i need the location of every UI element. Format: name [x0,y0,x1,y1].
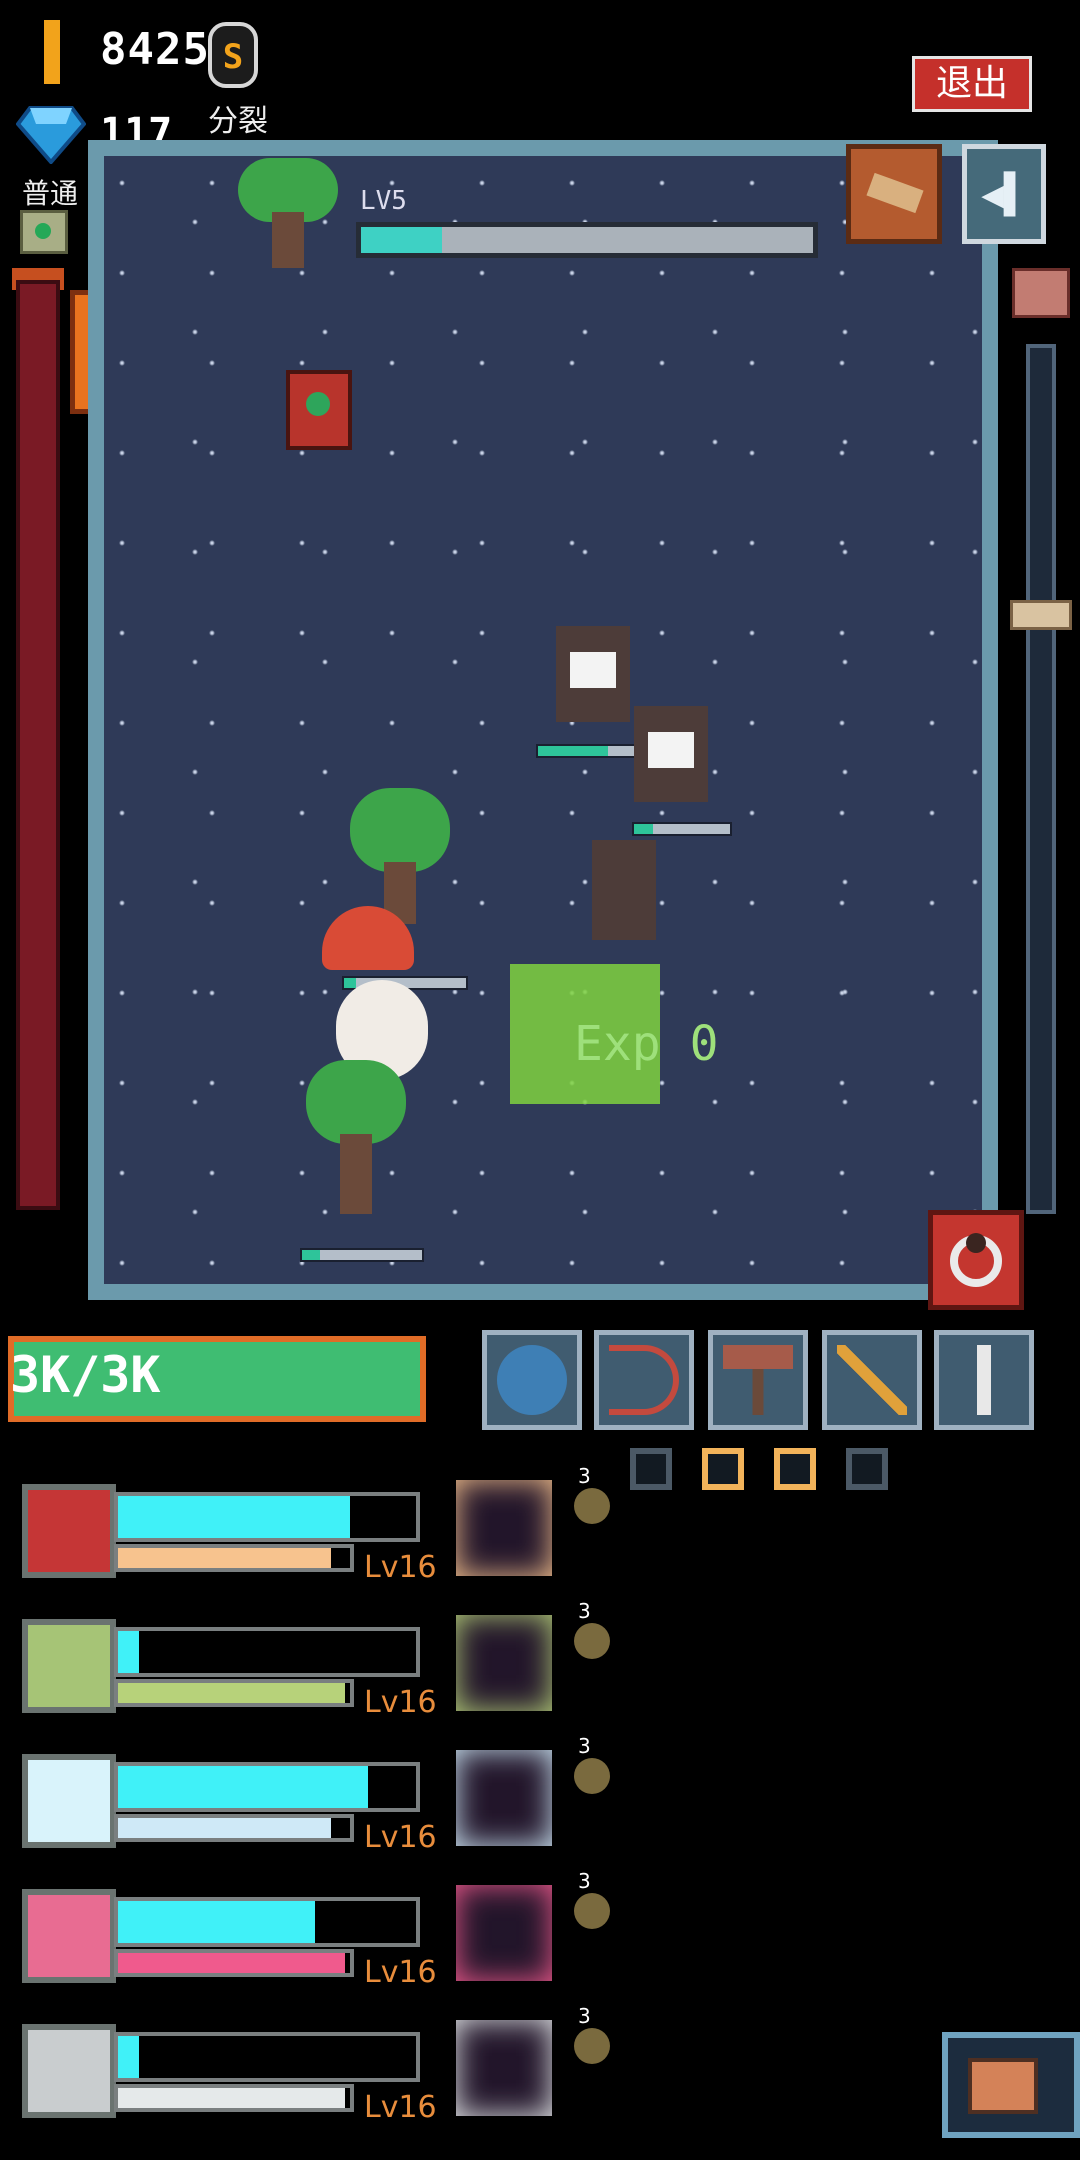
player-hp-text: 3K/3K [10,1346,161,1404]
shield-hero-icon[interactable] [22,1484,116,1578]
wolf-enemy [592,840,656,940]
scroll-button[interactable] [846,144,942,244]
skeleton-wolf-enemy [634,706,708,802]
exp-bar-fill [118,1548,332,1568]
slot-indicator [846,1448,888,1490]
bell-icon [574,1623,610,1659]
exp-bar-fill [118,1818,332,1838]
treasure-chest-icon [968,2058,1038,2114]
staff-hero-icon[interactable] [22,1754,116,1848]
staff-level-label: Lv16 [364,1820,437,1855]
bell-icon [574,1893,610,1929]
wand-hero-icon[interactable] [22,1889,116,1983]
rage-gauge [16,280,60,1210]
energy-bar-fill [118,1901,315,1943]
battle-field[interactable] [104,156,982,1284]
level-progress-fill [361,227,443,253]
shield-energy-bar [114,1492,420,1542]
sword-level-label: Lv16 [364,2090,437,2125]
sword-skill-count: 3 [578,2004,591,2028]
speed-slider-knob[interactable] [1010,600,1072,630]
exit-button[interactable]: 退出 [912,56,1032,112]
tree-enemy [350,788,450,924]
split-label: 分裂 [208,104,268,139]
weapon-slot-staff[interactable] [822,1330,922,1430]
bell-icon [574,2028,610,2064]
sword-icon [949,1345,1019,1415]
skeleton-wolf-enemy [556,626,630,722]
hammer-icon [723,1345,793,1415]
inventory-chest-button[interactable] [942,2032,1080,2138]
coin-icon: S [208,22,258,88]
staff-energy-bar [114,1762,420,1812]
enemy-hp-bar [632,822,732,836]
exp-popup: Exp 0 [574,1016,719,1072]
gold-count: 8425 [100,24,210,75]
staff-skill-count: 3 [578,1734,591,1758]
gold-gauge [44,20,60,84]
slot-indicator [774,1448,816,1490]
speed-slider-track[interactable] [1026,344,1056,1214]
energy-bar-fill [118,1496,351,1538]
slot-indicator [630,1448,672,1490]
weapon-slot-bow[interactable] [594,1330,694,1430]
bow-skill-count: 3 [578,1599,591,1623]
wand-level-label: Lv16 [364,1955,437,1990]
bell-icon [574,1758,610,1794]
slot-indicator [702,1448,744,1490]
weapon-slot-shield[interactable] [482,1330,582,1430]
shield-exp-bar [114,1544,354,1572]
sword-hero-icon[interactable] [22,2024,116,2118]
shield-level-label: Lv16 [364,1550,437,1585]
ring-icon [950,1233,1002,1287]
wand-skill-icon[interactable] [456,1885,552,1981]
crown-icon[interactable] [20,210,68,254]
staff-icon [837,1345,907,1415]
collapse-button[interactable]: ◀▌ [962,144,1046,244]
bow-level-label: Lv16 [364,1685,437,1720]
staff-skill-icon[interactable] [456,1750,552,1846]
chest-icon[interactable] [1012,268,1070,318]
enemy-hp-bar [536,744,640,758]
shield-skill-count: 3 [578,1464,591,1488]
scroll-icon [866,172,924,214]
exp-bar-fill [118,2088,346,2108]
wand-skill-count: 3 [578,1869,591,1893]
tree-enemy [306,1060,406,1214]
ring-skill-button[interactable] [928,1210,1024,1310]
bell-icon [574,1488,610,1524]
energy-bar-fill [118,2036,139,2078]
wand-energy-bar [114,1897,420,1947]
exp-bar-fill [118,1683,346,1703]
boss-tree-icon [238,158,338,268]
sword-exp-bar [114,2084,354,2112]
level-progress-bar [356,222,818,258]
sword-skill-icon[interactable] [456,2020,552,2116]
diamond-icon [16,106,86,164]
exp-bar-fill [118,1953,346,1973]
energy-bar-fill [118,1631,139,1673]
difficulty-label: 普通 [22,177,79,210]
spell-book-icon [286,370,352,450]
level-label: LV5 [360,186,407,216]
round-shield-icon [497,1345,567,1415]
wand-exp-bar [114,1949,354,1977]
shield-skill-icon[interactable] [456,1480,552,1576]
staff-exp-bar [114,1814,354,1842]
bow-skill-icon[interactable] [456,1615,552,1711]
bow-hero-icon[interactable] [22,1619,116,1713]
bow-icon [609,1345,679,1415]
weapon-slot-sword[interactable] [934,1330,1034,1430]
bow-energy-bar [114,1627,420,1677]
weapon-slot-hammer[interactable] [708,1330,808,1430]
sword-energy-bar [114,2032,420,2082]
energy-bar-fill [118,1766,369,1808]
enemy-hp-bar [300,1248,424,1262]
bow-exp-bar [114,1679,354,1707]
